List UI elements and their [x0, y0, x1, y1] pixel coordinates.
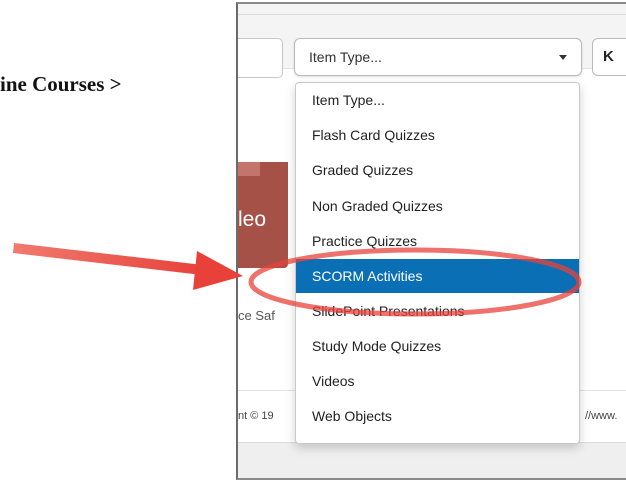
- item-type-select[interactable]: Item Type...: [294, 38, 582, 76]
- menu-item-flash-card-quizzes[interactable]: Flash Card Quizzes: [296, 118, 579, 152]
- arrow-icon: [13, 243, 243, 290]
- toolbar-button[interactable]: K: [592, 38, 626, 76]
- menu-item-study-mode-quizzes[interactable]: Study Mode Quizzes: [296, 329, 579, 363]
- thumbnail-label: leo: [238, 208, 267, 231]
- thumbnail-tab: [238, 162, 260, 176]
- menu-item-item-type[interactable]: Item Type...: [296, 83, 579, 117]
- menu-item-scorm-activities[interactable]: SCORM Activities: [296, 259, 579, 293]
- filter-input[interactable]: [238, 38, 283, 78]
- footer-link[interactable]: //www.: [585, 410, 617, 422]
- menu-item-videos[interactable]: Videos: [296, 364, 579, 398]
- caret-down-icon: [559, 55, 567, 60]
- app-screenshot: Item Type... K leo ce Saf nt © 19 //www.…: [236, 2, 626, 480]
- copyright-text: nt © 19: [238, 410, 274, 422]
- item-type-select-value: Item Type...: [309, 49, 382, 65]
- course-name[interactable]: ce Saf: [238, 308, 275, 323]
- course-thumbnail[interactable]: leo: [238, 162, 288, 268]
- document-heading: ine Courses >: [0, 72, 122, 96]
- menu-item-graded-quizzes[interactable]: Graded Quizzes: [296, 153, 579, 187]
- menu-item-practice-quizzes[interactable]: Practice Quizzes: [296, 224, 579, 258]
- toolbar-divider: [238, 14, 626, 15]
- bottom-bar: [238, 442, 626, 478]
- menu-item-non-graded-quizzes[interactable]: Non Graded Quizzes: [296, 189, 579, 223]
- menu-item-slidepoint-presentations[interactable]: SlidePoint Presentations: [296, 294, 579, 328]
- item-type-dropdown: Item Type... Flash Card Quizzes Graded Q…: [295, 82, 580, 444]
- menu-item-web-objects[interactable]: Web Objects: [296, 399, 579, 433]
